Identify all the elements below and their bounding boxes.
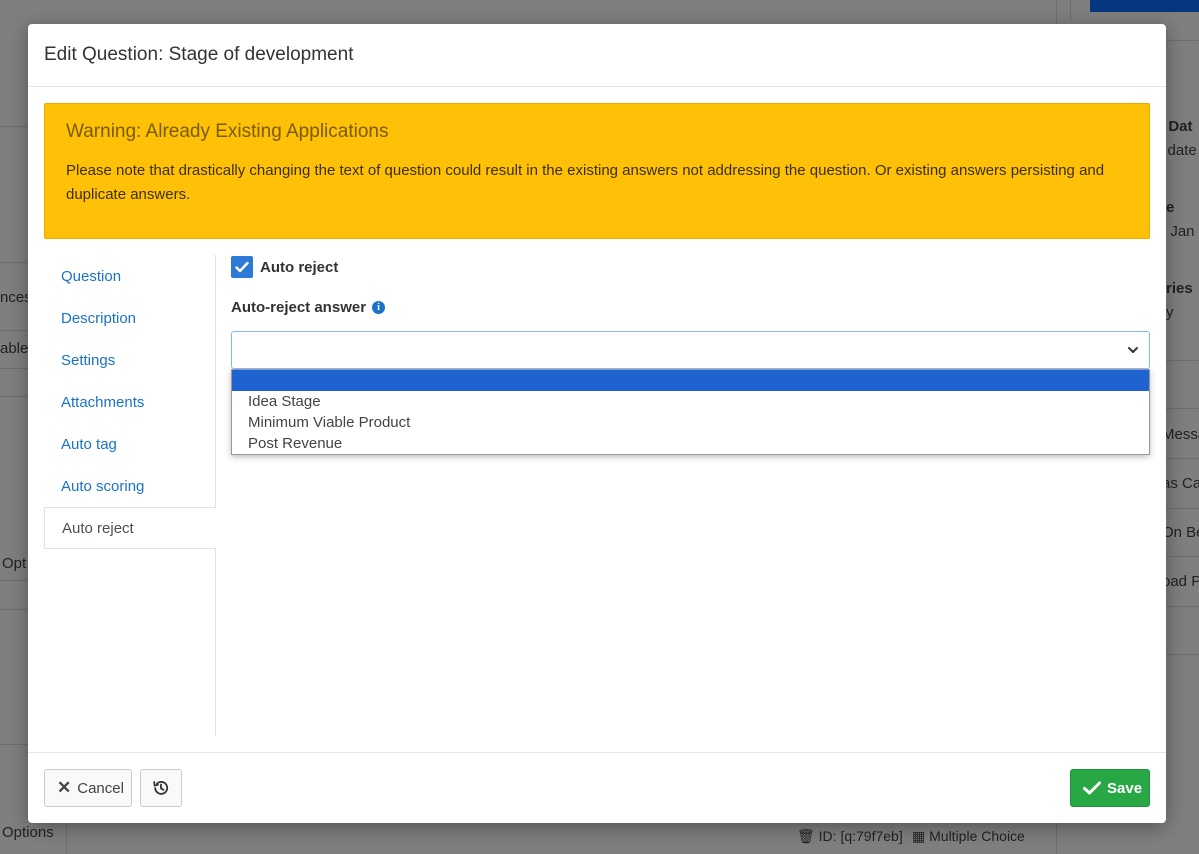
nav-item-attachments[interactable]: Attachments <box>44 381 215 423</box>
cancel-button[interactable]: ✕ Cancel <box>44 769 132 807</box>
dropdown-option-minimum-viable-product[interactable]: Minimum Viable Product <box>232 412 1149 433</box>
save-label: Save <box>1107 779 1143 797</box>
auto-reject-answer-label-row: Auto-reject answer i <box>231 297 1150 317</box>
dropdown-option-idea-stage[interactable]: Idea Stage <box>232 391 1149 412</box>
auto-reject-panel: Auto reject Auto-reject answer i Idea St… <box>231 255 1150 455</box>
auto-reject-checkbox-row: Auto reject <box>231 255 1150 279</box>
modal-footer: ✕ Cancel Save <box>28 752 1166 823</box>
history-icon <box>153 781 169 795</box>
check-icon <box>1083 781 1101 795</box>
info-icon[interactable]: i <box>372 300 386 314</box>
warning-title: Warning: Already Existing Applications <box>66 121 389 142</box>
question-side-nav: Question Description Settings Attachment… <box>44 255 216 736</box>
history-button[interactable] <box>140 769 182 807</box>
save-button[interactable]: Save <box>1070 769 1150 807</box>
nav-item-auto-scoring[interactable]: Auto scoring <box>44 465 215 507</box>
modal-title: Edit Question: Stage of development <box>44 44 354 65</box>
dropdown-option-post-revenue[interactable]: Post Revenue <box>232 433 1149 454</box>
nav-item-auto-reject[interactable]: Auto reject <box>44 507 216 549</box>
auto-reject-checkbox-label[interactable]: Auto reject <box>260 259 338 276</box>
cancel-label: Cancel <box>77 779 124 797</box>
auto-reject-answer-options: Idea Stage Minimum Viable Product Post R… <box>231 369 1150 455</box>
nav-item-description[interactable]: Description <box>44 297 215 339</box>
warning-text: Please note that drastically changing th… <box>66 162 1105 203</box>
nav-item-auto-tag[interactable]: Auto tag <box>44 423 215 465</box>
edit-question-modal: Edit Question: Stage of development Warn… <box>28 24 1166 823</box>
nav-item-settings[interactable]: Settings <box>44 339 215 381</box>
chevron-down-icon <box>1128 347 1138 353</box>
auto-reject-answer-select[interactable] <box>231 331 1150 369</box>
warning-alert: Warning: Already Existing Applications P… <box>44 103 1150 239</box>
close-icon: ✕ <box>57 778 72 797</box>
auto-reject-answer-label: Auto-reject answer <box>231 298 367 316</box>
dropdown-option-empty[interactable] <box>232 370 1149 391</box>
auto-reject-checkbox[interactable] <box>231 256 253 278</box>
modal-header: Edit Question: Stage of development <box>28 24 1166 87</box>
nav-item-question[interactable]: Question <box>44 255 215 297</box>
checkmark-icon <box>235 261 249 273</box>
